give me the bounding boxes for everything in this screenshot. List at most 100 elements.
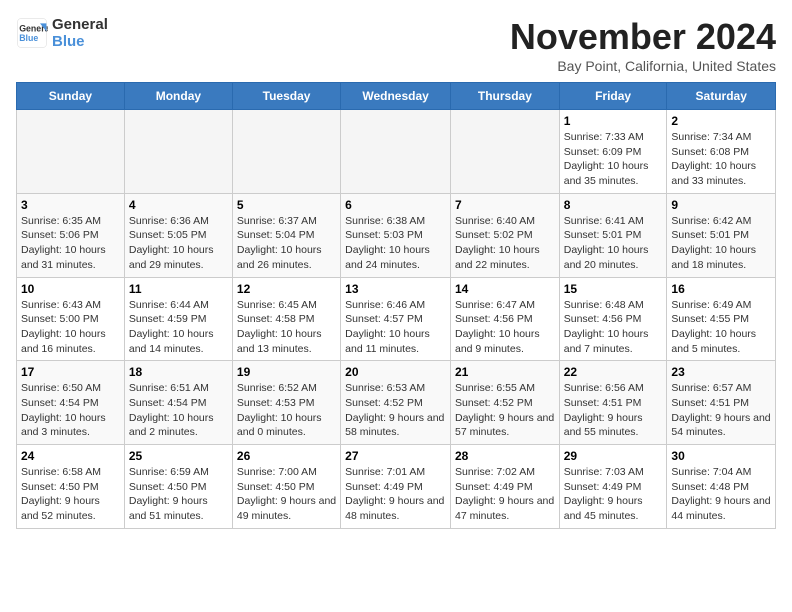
- calendar-cell: 26Sunrise: 7:00 AMSunset: 4:50 PMDayligh…: [232, 445, 340, 529]
- weekday-header-monday: Monday: [124, 83, 232, 110]
- day-number: 12: [237, 282, 336, 296]
- calendar-cell: 12 Sunrise: 6:45 AMSunset: 4:58 PMDayligh…: [232, 277, 340, 361]
- calendar-cell: 15 Sunrise: 6:48 AMSunset: 4:56 PMDayligh…: [559, 277, 667, 361]
- weekday-header-wednesday: Wednesday: [341, 83, 451, 110]
- title-area: November 2024 Bay Point, California, Uni…: [510, 16, 776, 74]
- week-row-2: 3 Sunrise: 6:35 AMSunset: 5:06 PMDaylight…: [17, 193, 776, 277]
- calendar-cell: 29 Sunrise: 7:03 AMSunset: 4:49 PMDayligh…: [559, 445, 667, 529]
- calendar-cell: [124, 110, 232, 194]
- day-number: 21: [455, 365, 555, 379]
- calendar-cell: 16Sunrise: 6:49 AMSunset: 4:55 PMDayligh…: [667, 277, 776, 361]
- day-number: 10: [21, 282, 120, 296]
- day-number: 3: [21, 198, 120, 212]
- day-info: Sunrise: 6:55 AMSunset: 4:52 PMDaylight:…: [455, 381, 555, 440]
- day-info: Sunrise: 7:34 AMSunset: 6:08 PMDaylight:…: [671, 130, 771, 189]
- day-number: 23: [671, 365, 771, 379]
- day-number: 8: [564, 198, 663, 212]
- calendar-cell: 30 Sunrise: 7:04 AMSunset: 4:48 PMDayligh…: [667, 445, 776, 529]
- day-info: Sunrise: 6:44 AMSunset: 4:59 PMDaylight:…: [129, 298, 228, 357]
- weekday-header-thursday: Thursday: [450, 83, 559, 110]
- day-info: Sunrise: 6:41 AMSunset: 5:01 PMDaylight:…: [564, 214, 663, 273]
- calendar-cell: 27 Sunrise: 7:01 AMSunset: 4:49 PMDayligh…: [341, 445, 451, 529]
- day-info: Sunrise: 6:53 AMSunset: 4:52 PMDaylight:…: [345, 381, 446, 440]
- day-number: 14: [455, 282, 555, 296]
- day-number: 11: [129, 282, 228, 296]
- weekday-header-tuesday: Tuesday: [232, 83, 340, 110]
- calendar-cell: 14Sunrise: 6:47 AMSunset: 4:56 PMDayligh…: [450, 277, 559, 361]
- day-number: 5: [237, 198, 336, 212]
- calendar-cell: 2 Sunrise: 7:34 AMSunset: 6:08 PMDaylight…: [667, 110, 776, 194]
- logo-icon: General Blue: [16, 17, 48, 49]
- logo-general: General: [52, 16, 108, 33]
- calendar-cell: 25 Sunrise: 6:59 AMSunset: 4:50 PMDayligh…: [124, 445, 232, 529]
- svg-text:Blue: Blue: [19, 33, 38, 43]
- week-row-3: 10 Sunrise: 6:43 AMSunset: 5:00 PMDayligh…: [17, 277, 776, 361]
- day-info: Sunrise: 7:03 AMSunset: 4:49 PMDaylight:…: [564, 465, 663, 524]
- logo: General Blue General Blue: [16, 16, 108, 50]
- calendar-cell: 23Sunrise: 6:57 AMSunset: 4:51 PMDayligh…: [667, 361, 776, 445]
- day-info: Sunrise: 7:02 AMSunset: 4:49 PMDaylight:…: [455, 465, 555, 524]
- day-info: Sunrise: 6:45 AMSunset: 4:58 PMDaylight:…: [237, 298, 336, 357]
- logo-blue: Blue: [52, 33, 108, 50]
- week-row-1: 1 Sunrise: 7:33 AMSunset: 6:09 PMDaylight…: [17, 110, 776, 194]
- day-info: Sunrise: 6:43 AMSunset: 5:00 PMDaylight:…: [21, 298, 120, 357]
- calendar-cell: 24 Sunrise: 6:58 AMSunset: 4:50 PMDayligh…: [17, 445, 125, 529]
- day-info: Sunrise: 7:00 AMSunset: 4:50 PMDaylight:…: [237, 465, 336, 524]
- day-number: 7: [455, 198, 555, 212]
- calendar-cell: [232, 110, 340, 194]
- day-number: 13: [345, 282, 446, 296]
- location: Bay Point, California, United States: [510, 58, 776, 74]
- week-row-5: 24 Sunrise: 6:58 AMSunset: 4:50 PMDayligh…: [17, 445, 776, 529]
- day-info: Sunrise: 7:04 AMSunset: 4:48 PMDaylight:…: [671, 465, 771, 524]
- day-info: Sunrise: 6:50 AMSunset: 4:54 PMDaylight:…: [21, 381, 120, 440]
- day-number: 19: [237, 365, 336, 379]
- day-number: 25: [129, 449, 228, 463]
- calendar-cell: 7 Sunrise: 6:40 AMSunset: 5:02 PMDaylight…: [450, 193, 559, 277]
- day-info: Sunrise: 7:33 AMSunset: 6:09 PMDaylight:…: [564, 130, 663, 189]
- day-number: 27: [345, 449, 446, 463]
- calendar-cell: 21 Sunrise: 6:55 AMSunset: 4:52 PMDayligh…: [450, 361, 559, 445]
- day-number: 17: [21, 365, 120, 379]
- day-info: Sunrise: 6:35 AMSunset: 5:06 PMDaylight:…: [21, 214, 120, 273]
- calendar-cell: 11 Sunrise: 6:44 AMSunset: 4:59 PMDayligh…: [124, 277, 232, 361]
- calendar-cell: 20Sunrise: 6:53 AMSunset: 4:52 PMDayligh…: [341, 361, 451, 445]
- calendar-cell: 18 Sunrise: 6:51 AMSunset: 4:54 PMDayligh…: [124, 361, 232, 445]
- day-number: 9: [671, 198, 771, 212]
- day-info: Sunrise: 6:48 AMSunset: 4:56 PMDaylight:…: [564, 298, 663, 357]
- day-number: 30: [671, 449, 771, 463]
- day-number: 29: [564, 449, 663, 463]
- calendar-cell: [17, 110, 125, 194]
- day-info: Sunrise: 6:52 AMSunset: 4:53 PMDaylight:…: [237, 381, 336, 440]
- calendar-cell: 28Sunrise: 7:02 AMSunset: 4:49 PMDayligh…: [450, 445, 559, 529]
- day-info: Sunrise: 7:01 AMSunset: 4:49 PMDaylight:…: [345, 465, 446, 524]
- calendar-cell: 5 Sunrise: 6:37 AMSunset: 5:04 PMDaylight…: [232, 193, 340, 277]
- weekday-header-friday: Friday: [559, 83, 667, 110]
- week-row-4: 17 Sunrise: 6:50 AMSunset: 4:54 PMDayligh…: [17, 361, 776, 445]
- day-info: Sunrise: 6:58 AMSunset: 4:50 PMDaylight:…: [21, 465, 120, 524]
- calendar-cell: [450, 110, 559, 194]
- day-number: 15: [564, 282, 663, 296]
- day-number: 24: [21, 449, 120, 463]
- weekday-header-saturday: Saturday: [667, 83, 776, 110]
- day-info: Sunrise: 6:56 AMSunset: 4:51 PMDaylight:…: [564, 381, 663, 440]
- day-info: Sunrise: 6:37 AMSunset: 5:04 PMDaylight:…: [237, 214, 336, 273]
- day-info: Sunrise: 6:40 AMSunset: 5:02 PMDaylight:…: [455, 214, 555, 273]
- weekday-header-sunday: Sunday: [17, 83, 125, 110]
- calendar-cell: 6Sunrise: 6:38 AMSunset: 5:03 PMDaylight…: [341, 193, 451, 277]
- calendar-cell: 19 Sunrise: 6:52 AMSunset: 4:53 PMDayligh…: [232, 361, 340, 445]
- day-number: 22: [564, 365, 663, 379]
- day-number: 2: [671, 114, 771, 128]
- calendar-cell: 22 Sunrise: 6:56 AMSunset: 4:51 PMDayligh…: [559, 361, 667, 445]
- day-info: Sunrise: 6:59 AMSunset: 4:50 PMDaylight:…: [129, 465, 228, 524]
- calendar-cell: 4 Sunrise: 6:36 AMSunset: 5:05 PMDaylight…: [124, 193, 232, 277]
- day-number: 4: [129, 198, 228, 212]
- calendar-cell: 10 Sunrise: 6:43 AMSunset: 5:00 PMDayligh…: [17, 277, 125, 361]
- day-info: Sunrise: 6:51 AMSunset: 4:54 PMDaylight:…: [129, 381, 228, 440]
- day-number: 16: [671, 282, 771, 296]
- day-number: 18: [129, 365, 228, 379]
- calendar-cell: 17 Sunrise: 6:50 AMSunset: 4:54 PMDayligh…: [17, 361, 125, 445]
- day-info: Sunrise: 6:36 AMSunset: 5:05 PMDaylight:…: [129, 214, 228, 273]
- day-number: 1: [564, 114, 663, 128]
- calendar-cell: 3 Sunrise: 6:35 AMSunset: 5:06 PMDaylight…: [17, 193, 125, 277]
- calendar-cell: 9Sunrise: 6:42 AMSunset: 5:01 PMDaylight…: [667, 193, 776, 277]
